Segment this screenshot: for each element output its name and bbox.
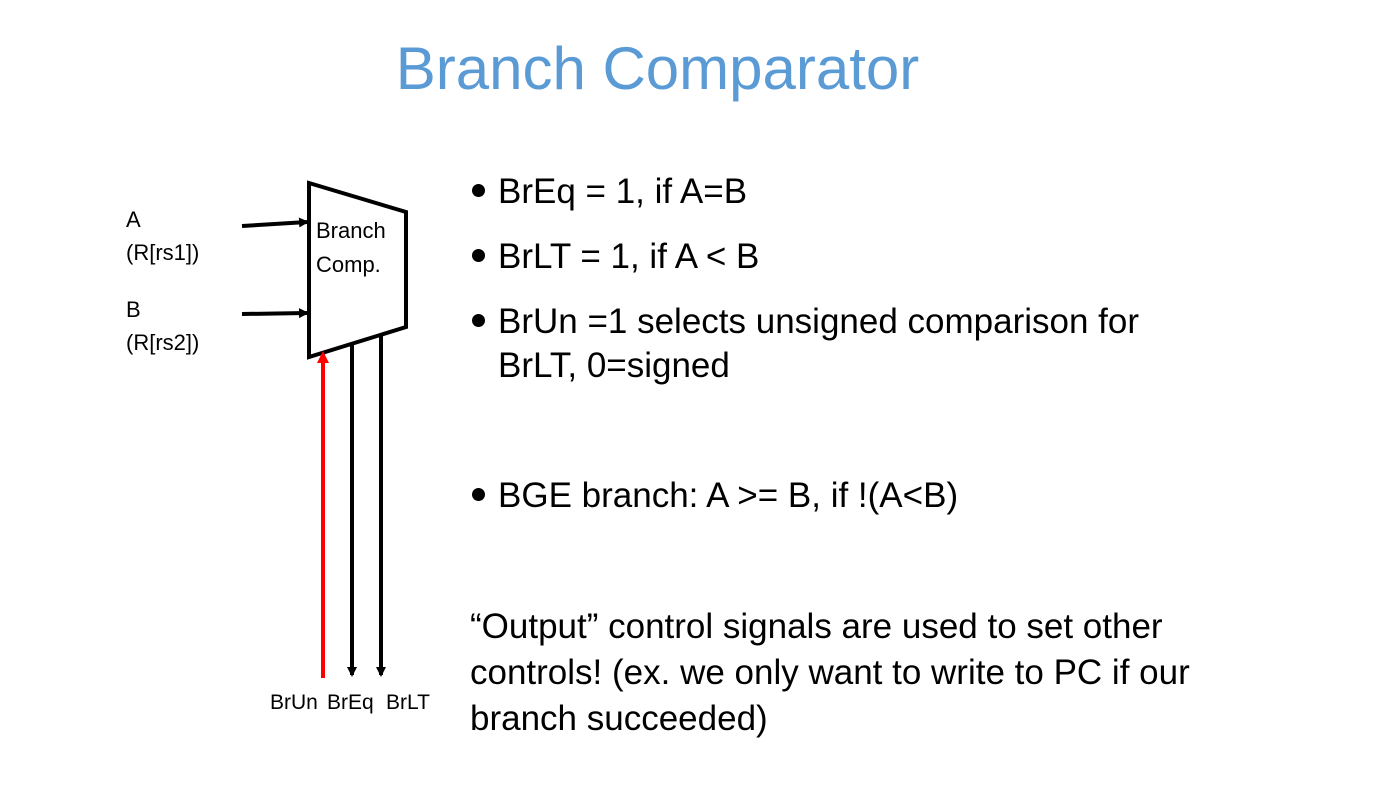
signal-breq-label: BrEq [327,691,374,714]
input-a-arrow [241,217,309,228]
bullet-brlt: BrLT = 1, if A < B [470,235,998,279]
bullet-list: BrEq = 1, if A=B BrLT = 1, if A < B BrUn… [470,170,1330,518]
input-a-name: A [126,207,141,232]
bullet-bge: BGE branch: A >= B, if !(A<B) [470,474,1330,518]
output-signals-note: “Output” control signals are used to set… [470,607,1190,738]
input-b-arrow [241,308,309,319]
block-label-line2: Comp. [316,252,381,277]
input-b-source: (R[rs2]) [126,330,200,355]
block-label-line1: Branch [316,218,386,243]
input-b-name: B [126,297,141,322]
bullet-breq: BrEq = 1, if A=B [470,170,1330,214]
input-a-source: (R[rs1]) [126,240,200,265]
signal-brun-label: BrUn [270,691,318,714]
bullet-brun: BrUn =1 selects unsigned comparison for … [470,300,1168,388]
signal-brlt-label: BrLT [386,691,430,714]
